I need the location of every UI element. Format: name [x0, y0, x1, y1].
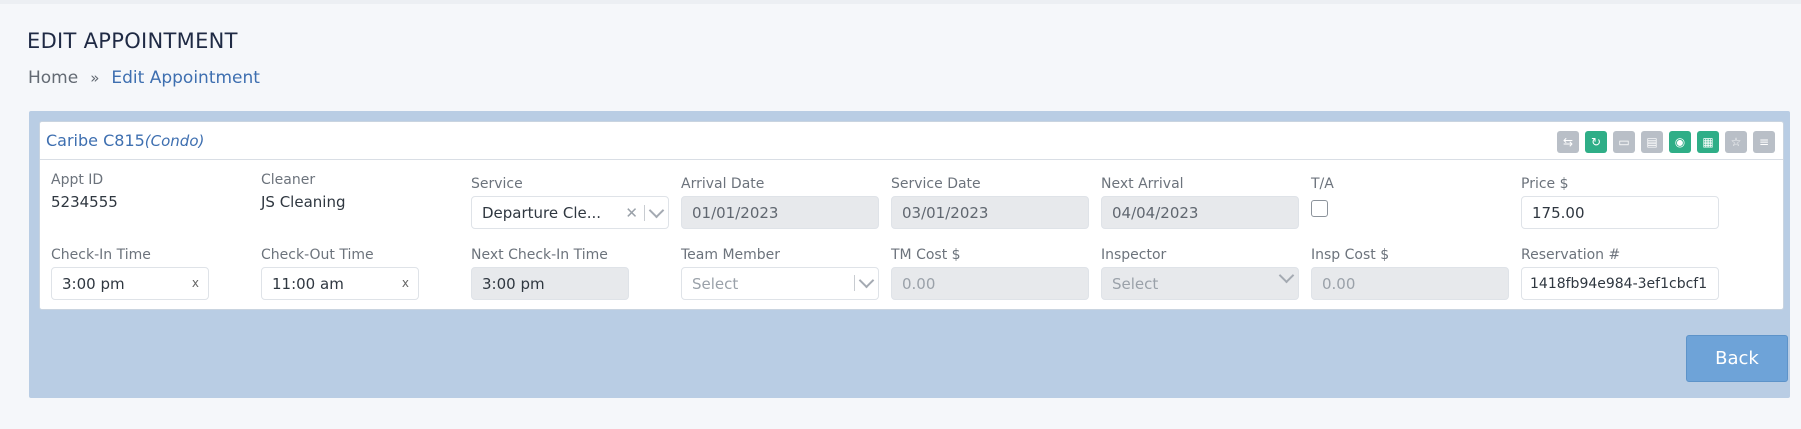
swap-icon[interactable]: ⇆ — [1557, 131, 1579, 153]
inspector-placeholder: Select — [1112, 274, 1159, 293]
service-controls: ✕ — [625, 202, 665, 222]
team-member-select[interactable]: Select — [681, 267, 879, 300]
card-header: Caribe C815(Condo) ⇆ ↻ ▭ ▤ ◉ ▦ ☆ ≡ — [40, 122, 1783, 160]
service-date-input[interactable]: 03/01/2023 — [891, 196, 1089, 229]
property-title[interactable]: Caribe C815(Condo) — [46, 131, 204, 150]
tm-cost-input[interactable]: 0.00 — [891, 267, 1089, 300]
team-member-controls — [854, 272, 875, 291]
next-checkin-time-label: Next Check-In Time — [471, 247, 608, 263]
checkout-time-label: Check-Out Time — [261, 247, 374, 263]
price-field: Price $ 175.00 — [1521, 176, 1719, 229]
checkin-time-field: Check-In Time 3:00 pm x — [51, 247, 209, 300]
inspector-controls — [1278, 268, 1295, 284]
team-member-label: Team Member — [681, 247, 781, 263]
checkout-time-value: 11:00 am — [272, 274, 344, 293]
chevron-down-icon[interactable] — [858, 272, 875, 289]
file-icon[interactable]: ▦ — [1697, 131, 1719, 153]
top-border — [0, 0, 1801, 4]
refresh-icon[interactable]: ↻ — [1585, 131, 1607, 153]
service-value: Departure Cle... — [482, 203, 602, 222]
reservation-label: Reservation # — [1521, 247, 1621, 263]
appt-id-value: 5234555 — [51, 193, 118, 211]
tm-cost-field: TM Cost $ 0.00 — [891, 247, 1089, 300]
folder-icon[interactable]: ▭ — [1613, 131, 1635, 153]
cleaner-field: Cleaner JS Cleaning — [261, 172, 431, 211]
breadcrumb-current[interactable]: Edit Appointment — [111, 68, 260, 88]
service-date-field: Service Date 03/01/2023 — [891, 176, 1089, 229]
price-input[interactable]: 175.00 — [1521, 196, 1719, 229]
insp-cost-field: Insp Cost $ 0.00 — [1311, 247, 1509, 300]
card-toolbar: ⇆ ↻ ▭ ▤ ◉ ▦ ☆ ≡ — [1557, 131, 1775, 153]
team-member-placeholder: Select — [692, 274, 739, 293]
inspector-select[interactable]: Select — [1101, 267, 1299, 300]
document-icon[interactable]: ▤ — [1641, 131, 1663, 153]
clear-checkout-time-icon[interactable]: x — [402, 276, 409, 290]
appt-id-label: Appt ID — [51, 172, 104, 188]
chevron-down-icon[interactable] — [648, 202, 665, 219]
checkin-time-label: Check-In Time — [51, 247, 151, 263]
next-arrival-label: Next Arrival — [1101, 176, 1184, 192]
cleaner-label: Cleaner — [261, 172, 316, 188]
next-arrival-field: Next Arrival 04/04/2023 — [1101, 176, 1299, 229]
tm-cost-label: TM Cost $ — [891, 247, 961, 263]
breadcrumb: Home » Edit Appointment — [28, 68, 260, 88]
list-icon[interactable]: ≡ — [1753, 131, 1775, 153]
select-divider — [854, 275, 855, 291]
select-divider — [644, 205, 645, 221]
breadcrumb-home[interactable]: Home — [28, 68, 78, 88]
ta-label: T/A — [1311, 176, 1334, 192]
checkin-time-input[interactable]: 3:00 pm x — [51, 267, 209, 300]
arrival-date-field: Arrival Date 01/01/2023 — [681, 176, 879, 229]
cleaner-value: JS Cleaning — [261, 193, 346, 211]
clear-checkin-time-icon[interactable]: x — [192, 276, 199, 290]
breadcrumb-separator: » — [90, 69, 100, 87]
insp-cost-input[interactable]: 0.00 — [1311, 267, 1509, 300]
arrival-date-input[interactable]: 01/01/2023 — [681, 196, 879, 229]
ta-field: T/A — [1311, 176, 1509, 217]
next-checkin-time-field: Next Check-In Time 3:00 pm — [471, 247, 629, 300]
ta-checkbox[interactable] — [1311, 200, 1328, 217]
checkin-time-value: 3:00 pm — [62, 274, 125, 293]
price-label: Price $ — [1521, 176, 1569, 192]
insp-cost-label: Insp Cost $ — [1311, 247, 1390, 263]
checkout-time-input[interactable]: 11:00 am x — [261, 267, 419, 300]
team-member-field: Team Member Select — [681, 247, 879, 300]
camera-icon[interactable]: ◉ — [1669, 131, 1691, 153]
service-date-label: Service Date — [891, 176, 981, 192]
chevron-down-icon[interactable] — [1278, 268, 1295, 284]
property-type: (Condo) — [144, 132, 205, 150]
inspector-label: Inspector — [1101, 247, 1167, 263]
appointment-card: Caribe C815(Condo) ⇆ ↻ ▭ ▤ ◉ ▦ ☆ ≡ Appt … — [39, 121, 1784, 310]
clear-icon[interactable]: ✕ — [625, 204, 638, 222]
back-button[interactable]: Back — [1686, 335, 1788, 382]
reservation-input[interactable]: 1418fb94e984-3ef1cbcf1 — [1521, 267, 1719, 300]
service-label: Service — [471, 176, 523, 192]
star-icon[interactable]: ☆ — [1725, 131, 1747, 153]
service-field: Service Departure Cle... ✕ — [471, 176, 669, 229]
reservation-field: Reservation # 1418fb94e984-3ef1cbcf1 — [1521, 247, 1719, 300]
service-select[interactable]: Departure Cle... ✕ — [471, 196, 669, 229]
page-title: EDIT APPOINTMENT — [27, 29, 238, 53]
arrival-date-label: Arrival Date — [681, 176, 765, 192]
inspector-field: Inspector Select — [1101, 247, 1299, 300]
edit-panel: Caribe C815(Condo) ⇆ ↻ ▭ ▤ ◉ ▦ ☆ ≡ Appt … — [29, 111, 1790, 398]
next-arrival-input[interactable]: 04/04/2023 — [1101, 196, 1299, 229]
appt-id-field: Appt ID 5234555 — [51, 172, 221, 211]
next-checkin-time-input[interactable]: 3:00 pm — [471, 267, 629, 300]
property-name: Caribe C815 — [46, 131, 145, 150]
checkout-time-field: Check-Out Time 11:00 am x — [261, 247, 419, 300]
